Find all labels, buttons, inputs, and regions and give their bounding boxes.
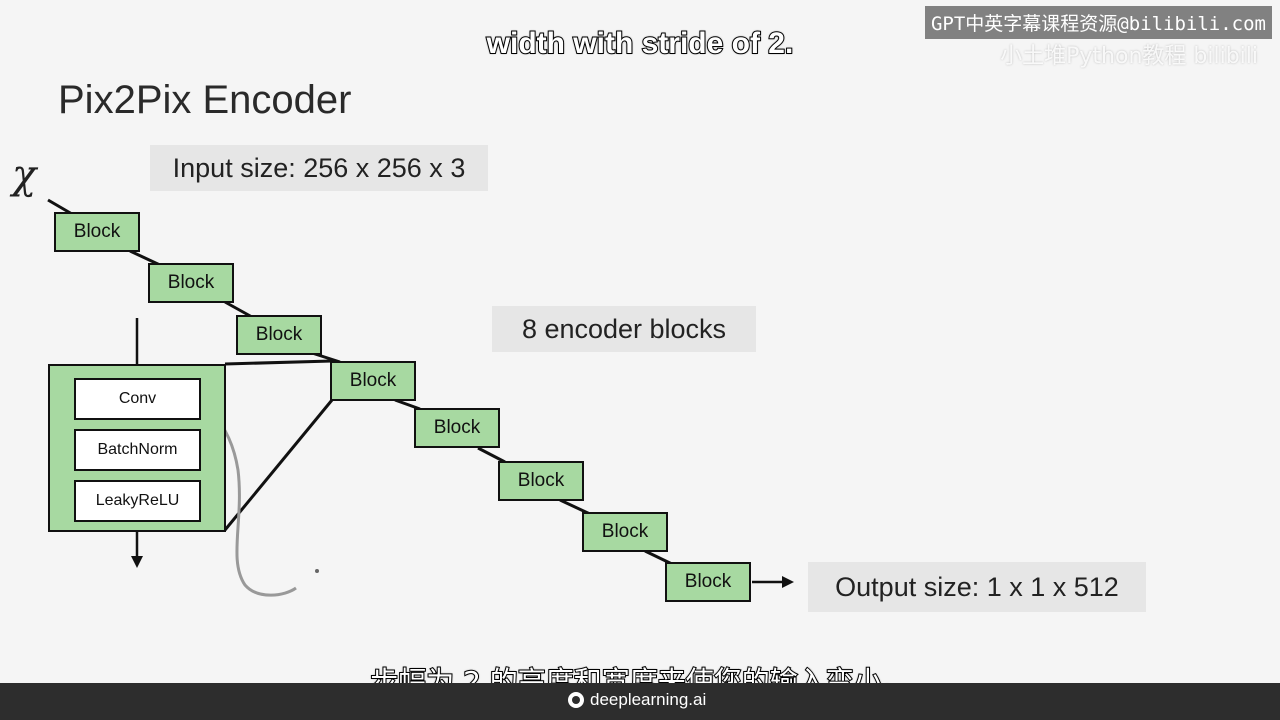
encoder-block-8: Block [665,562,751,602]
input-size-note: Input size: 256 x 256 x 3 [150,145,488,191]
input-symbol: χ [12,152,37,198]
encoder-block-4: Block [330,361,416,401]
encoder-block-3: Block [236,315,322,355]
encoder-count-note: 8 encoder blocks [492,306,756,352]
slide-title: Pix2Pix Encoder [58,78,352,122]
output-size-note: Output size: 1 x 1 x 512 [808,562,1146,612]
lecture-slide: Pix2Pix Encoder χ Input size: 256 x 256 … [0,0,1280,720]
encoder-block-1: Block [54,212,140,252]
encoder-block-7: Block [582,512,668,552]
source-watermark: GPT中英字幕课程资源@bilibili.com [924,6,1272,39]
channel-watermark: 小土堆Python教程 bilibili [1000,44,1258,69]
brand-logo: deeplearning.ai [568,690,706,710]
leakyrelu-layer: LeakyReLU [74,480,201,522]
conv-layer: Conv [74,378,201,420]
encoder-block-2: Block [148,263,234,303]
brand-icon [568,692,584,708]
brand-name: deeplearning.ai [590,690,707,709]
batchnorm-layer: BatchNorm [74,429,201,471]
encoder-block-6: Block [498,461,584,501]
encoder-block-5: Block [414,408,500,448]
